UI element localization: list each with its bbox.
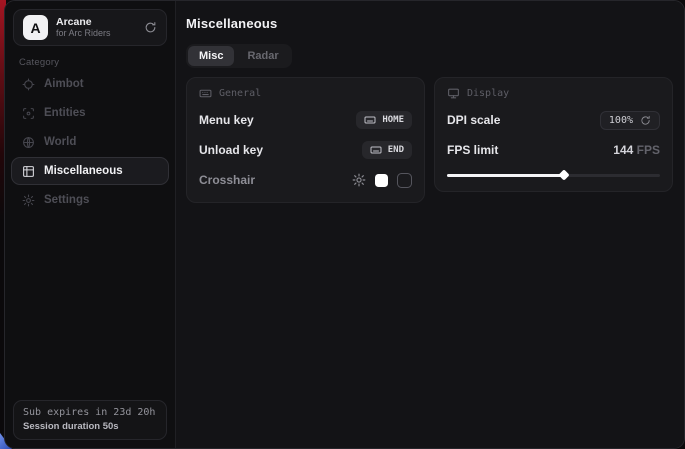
sidebar-item-label: World (44, 136, 76, 148)
reset-icon[interactable] (640, 115, 651, 126)
monitor-icon (447, 87, 460, 100)
category-label: Category (19, 57, 59, 68)
fps-limit-value: 144 FPS (613, 143, 660, 157)
profile-text: Arcane for Arc Riders (56, 16, 136, 38)
crosshair-icon (22, 78, 35, 91)
sidebar: A Arcane for Arc Riders Category Aimbot (5, 1, 176, 448)
cards-row: General Menu key HOME Unload key (186, 77, 674, 203)
fps-slider-fill (447, 174, 564, 177)
sync-icon[interactable] (144, 21, 157, 34)
dpi-scale-label: DPI scale (447, 113, 500, 127)
display-card: Display DPI scale 100% FPS limit (434, 77, 673, 192)
unload-key-row: Unload key END (199, 140, 412, 160)
menu-key-button[interactable]: HOME (356, 111, 412, 129)
general-card: General Menu key HOME Unload key (186, 77, 425, 203)
sidebar-item-label: Settings (44, 194, 89, 206)
unload-key-value: END (388, 145, 404, 155)
sub-expiry-text: Sub expires in 23d 20h (23, 407, 157, 418)
sidebar-item-label: Miscellaneous (44, 165, 123, 177)
crosshair-label: Crosshair (199, 173, 255, 187)
crosshair-color-swatch[interactable] (375, 174, 388, 187)
app-title: Arcane (56, 16, 136, 28)
sidebar-item-settings[interactable]: Settings (11, 186, 169, 214)
fps-unit: FPS (633, 143, 660, 157)
menu-key-row: Menu key HOME (199, 110, 412, 130)
subscription-card: Sub expires in 23d 20h Session duration … (13, 400, 167, 440)
crosshair-row: Crosshair (199, 170, 412, 190)
display-card-title: Display (467, 88, 509, 99)
general-card-title: General (219, 88, 261, 99)
gear-icon (22, 194, 35, 207)
menu-key-value: HOME (382, 115, 404, 125)
keyboard-icon (199, 87, 212, 100)
crosshair-settings-gear-icon[interactable] (352, 173, 366, 187)
grid-icon (22, 165, 35, 178)
unload-key-button[interactable]: END (362, 141, 412, 159)
dpi-scale-row: DPI scale 100% (447, 110, 660, 130)
crosshair-controls (352, 173, 412, 188)
tab-radar[interactable]: Radar (236, 46, 289, 66)
fps-slider[interactable] (447, 171, 660, 179)
fps-limit-label: FPS limit (447, 143, 498, 157)
app-logo: A (23, 15, 48, 40)
fps-slider-thumb[interactable] (558, 169, 569, 180)
fps-limit-row: FPS limit 144 FPS (447, 140, 660, 160)
globe-icon (22, 136, 35, 149)
sidebar-item-label: Aimbot (44, 78, 84, 90)
app-window: A Arcane for Arc Riders Category Aimbot (4, 0, 685, 449)
unload-key-label: Unload key (199, 143, 263, 157)
key-icon (364, 114, 376, 126)
crosshair-checkbox[interactable] (397, 173, 412, 188)
tab-misc[interactable]: Misc (188, 46, 234, 66)
main-content: Miscellaneous Misc Radar General Menu ke… (176, 1, 684, 448)
page-title: Miscellaneous (186, 16, 277, 31)
app-subtitle: for Arc Riders (56, 28, 136, 38)
sidebar-item-miscellaneous[interactable]: Miscellaneous (11, 157, 169, 185)
menu-key-label: Menu key (199, 113, 254, 127)
profile-card[interactable]: A Arcane for Arc Riders (13, 9, 167, 46)
sidebar-item-aimbot[interactable]: Aimbot (11, 70, 169, 98)
sidebar-item-entities[interactable]: Entities (11, 99, 169, 127)
session-duration-text: Session duration 50s (23, 421, 157, 432)
dpi-scale-value: 100% (609, 115, 633, 126)
display-card-header: Display (447, 87, 660, 100)
tab-group: Misc Radar (186, 44, 292, 68)
sidebar-item-label: Entities (44, 107, 86, 119)
general-card-header: General (199, 87, 412, 100)
scan-icon (22, 107, 35, 120)
dpi-scale-control[interactable]: 100% (600, 111, 660, 130)
sidebar-nav: Aimbot Entities World (11, 70, 169, 214)
key-icon (370, 144, 382, 156)
sidebar-item-world[interactable]: World (11, 128, 169, 156)
